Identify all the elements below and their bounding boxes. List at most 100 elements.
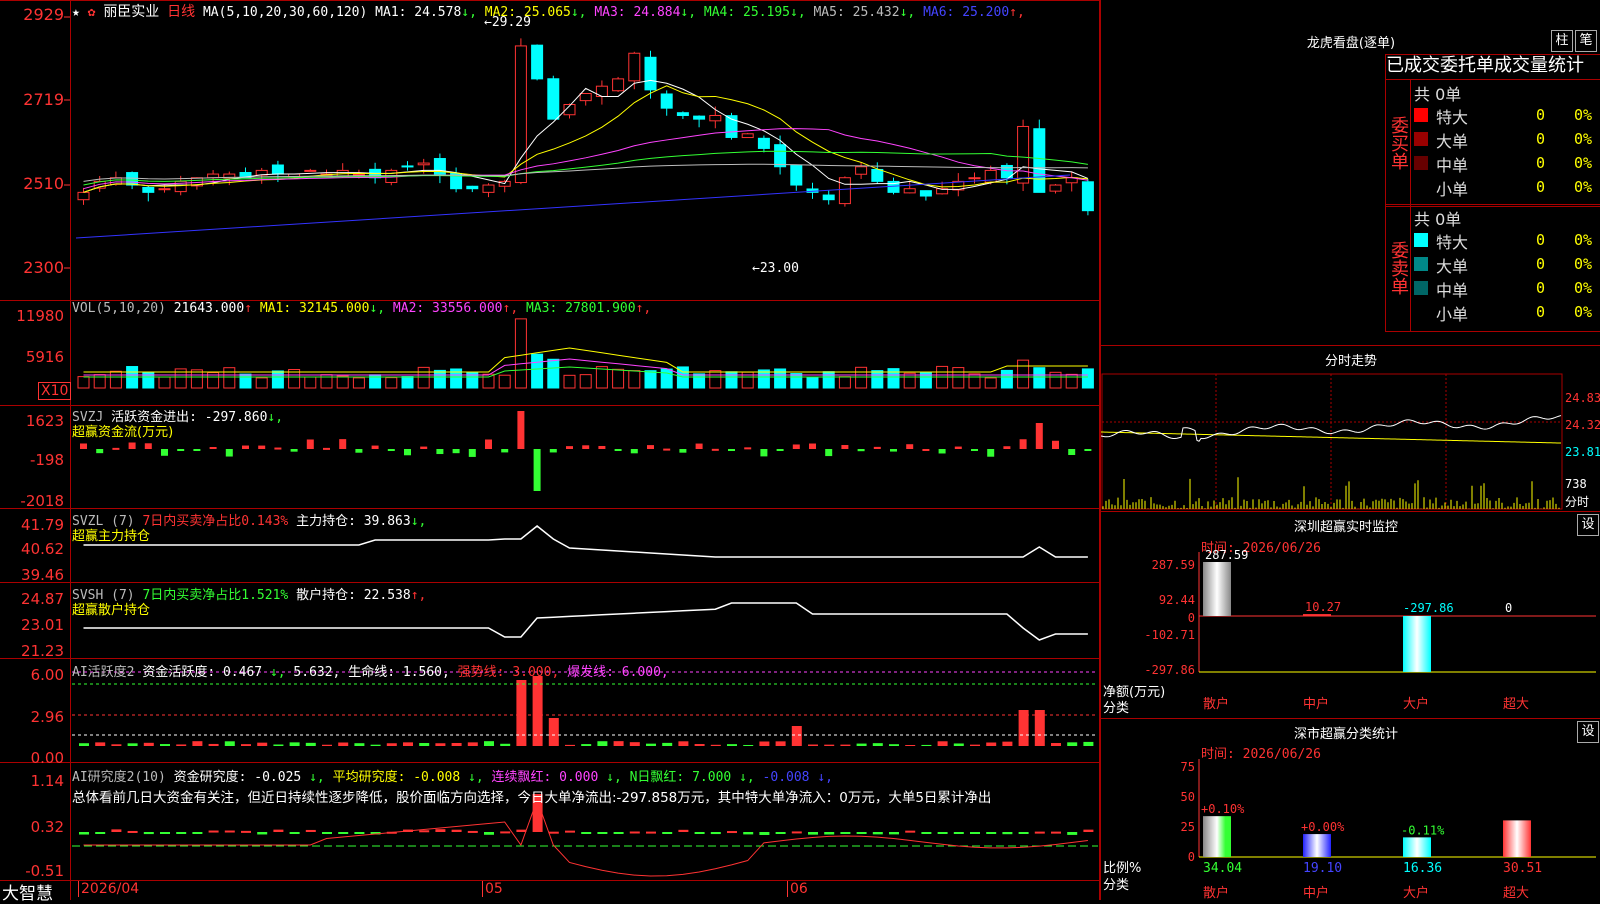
activity-bar xyxy=(775,741,786,746)
svzj-value: -297.860 xyxy=(204,410,268,425)
fund-flow-bar xyxy=(987,449,995,457)
candle-up xyxy=(158,188,171,191)
volume-bar xyxy=(968,373,981,389)
ai-act-yaxis-2: 2.96 xyxy=(30,708,64,726)
activity-bar xyxy=(305,742,316,746)
research-bar xyxy=(516,829,527,832)
vol-yaxis-2: 5916 xyxy=(25,348,64,366)
activity-bar xyxy=(208,743,219,746)
sell-color-swatch-1 xyxy=(1414,257,1428,271)
research-bar xyxy=(613,832,624,834)
research-bar xyxy=(305,829,316,832)
research-bar xyxy=(629,831,640,834)
fund-flow-bar xyxy=(306,439,314,449)
fund-flow-bar xyxy=(792,444,800,449)
vol-ma-values: MA1: 32145.000↓, MA2: 33556.000↑, MA3: 2… xyxy=(260,301,651,316)
ai-act-item-1: 0.467 xyxy=(222,665,270,680)
right-panel: 龙虎看盘(逐单) 柱 笔 已成交委托单成交量统计 委买单 共 0单 特大 0 0% 大… xyxy=(1100,0,1600,901)
brand-label[interactable]: 大智慧 xyxy=(2,879,53,904)
research-bar xyxy=(775,832,786,834)
fund-flow-bar xyxy=(242,445,249,449)
research-bar xyxy=(192,832,203,834)
svzj-yaxis-1: 1623 xyxy=(25,412,64,430)
lhb-tick-button[interactable]: 笔 xyxy=(1575,30,1597,52)
intraday-chart[interactable] xyxy=(1101,346,1600,511)
ma-values: MA1: 24.578↓, MA2: 25.065↓, MA3: 24.884↓… xyxy=(375,5,1025,20)
star-icon[interactable]: ★ xyxy=(72,5,80,20)
volume-bar xyxy=(417,366,430,389)
activity-bar xyxy=(986,742,997,746)
candle-down xyxy=(126,172,139,186)
fund-flow-bar xyxy=(614,449,622,451)
intraday-yaxis-2: 24.32 xyxy=(1565,418,1600,432)
vol-ma-1: MA1: 32145.000 xyxy=(259,301,370,316)
ai-res-item-4: -0.008 xyxy=(413,770,469,785)
fund-flow-bar xyxy=(128,442,136,449)
volume-bar xyxy=(271,370,284,389)
fund-flow-bar xyxy=(922,448,930,451)
flower-icon[interactable]: ✿ xyxy=(88,5,96,20)
sz-monitor-panel: 深圳超赢实时监控 设 时间: 2026/06/26 287.59 92.44 0 -1… xyxy=(1101,511,1600,718)
candle-down xyxy=(1033,128,1046,193)
vol-header: VOL(5,10,20) 21643.000↑ MA1: 32145.000↓,… xyxy=(72,301,651,316)
tab-orders[interactable]: 委托单 xyxy=(1440,55,1494,76)
fund-flow-bar xyxy=(890,449,897,452)
vol-unit-badge[interactable]: X10 xyxy=(38,382,72,400)
fund-flow-bar xyxy=(630,449,638,454)
candle-up xyxy=(77,191,90,201)
candle-down xyxy=(644,56,657,91)
sz-stat-chart[interactable]: 75 50 25 0 +0.10% 34.04 散户 +0.00% 19.10 中户 -0.11% 1… xyxy=(1101,719,1600,901)
research-bar xyxy=(143,832,154,835)
fund-flow-bar xyxy=(323,447,330,450)
volume-bar xyxy=(790,373,803,389)
fund-flow-bar xyxy=(112,447,120,450)
vol-ma-2: MA2: 33556.000 xyxy=(392,301,503,316)
research-bar xyxy=(1083,829,1094,832)
period-label[interactable]: 日线 xyxy=(167,4,195,20)
buy-side-label: 委买单 xyxy=(1386,80,1411,206)
fund-flow-bar xyxy=(857,449,865,452)
activity-bar xyxy=(500,743,511,746)
ai-act-item-2: ↓, xyxy=(269,665,294,680)
sz-stat-value-3: 30.51 xyxy=(1503,861,1542,876)
volume-bar xyxy=(563,374,576,389)
ai-research-name: AI研究度2(10) xyxy=(72,770,166,785)
volume-bar xyxy=(433,369,446,389)
buy-count-0: 0 xyxy=(1536,106,1546,124)
fund-flow-bar xyxy=(468,449,476,457)
fund-flow-bar xyxy=(663,448,671,451)
sz-monitor-chart[interactable]: 287.59 92.44 0 -102.71 -297.86 287.59 散户 10.27 中… xyxy=(1101,512,1600,718)
research-bar xyxy=(111,829,122,832)
x-axis-month-06: 06 xyxy=(787,881,808,897)
buy-total: 共 0单 xyxy=(1414,85,1462,104)
research-bar xyxy=(694,832,705,834)
intraday-panel[interactable]: 分时走势 24.83 24.32 23.81 738 分时 xyxy=(1101,345,1600,511)
ai-res-item-12: -0.008 xyxy=(762,770,818,785)
ai-res-yaxis-2: 0.32 xyxy=(30,818,64,836)
research-bar xyxy=(581,832,592,834)
fund-flow-bar xyxy=(533,449,541,491)
research-bar xyxy=(970,832,980,834)
fund-flow-bar xyxy=(825,449,833,457)
sell-pct-0: 0% xyxy=(1574,231,1593,249)
tab-filled[interactable]: 已成交 xyxy=(1386,55,1440,76)
sz-stat-delta-1: +0.00% xyxy=(1301,820,1345,834)
sz-monitor-bar-散户 xyxy=(1203,562,1231,616)
buy-label-3: 小单 xyxy=(1436,180,1469,199)
stock-name[interactable]: 丽臣实业 xyxy=(103,4,159,20)
activity-bar xyxy=(451,742,462,746)
fund-flow-bar xyxy=(404,449,411,456)
lhb-tabs: 已成交委托单成交量统计 xyxy=(1385,54,1600,80)
research-bar xyxy=(678,829,689,832)
activity-bar xyxy=(516,680,527,746)
sz-monitor-ytick-3: -102.71 xyxy=(1144,628,1195,642)
tab-volume-stats[interactable]: 成交量统计 xyxy=(1494,55,1584,76)
sz-monitor-value-2: -297.86 xyxy=(1403,601,1454,615)
activity-bar xyxy=(840,744,851,746)
candlestick-chart[interactable] xyxy=(0,0,1100,900)
research-bar xyxy=(467,830,478,833)
chart-area[interactable]: ★ ✿ 丽臣实业 日线 MA(5,10,20,30,60,120) MA1: 2… xyxy=(0,0,1100,904)
lhb-bar-button[interactable]: 柱 xyxy=(1551,30,1573,52)
research-bar xyxy=(953,832,964,834)
activity-bar xyxy=(937,741,948,746)
